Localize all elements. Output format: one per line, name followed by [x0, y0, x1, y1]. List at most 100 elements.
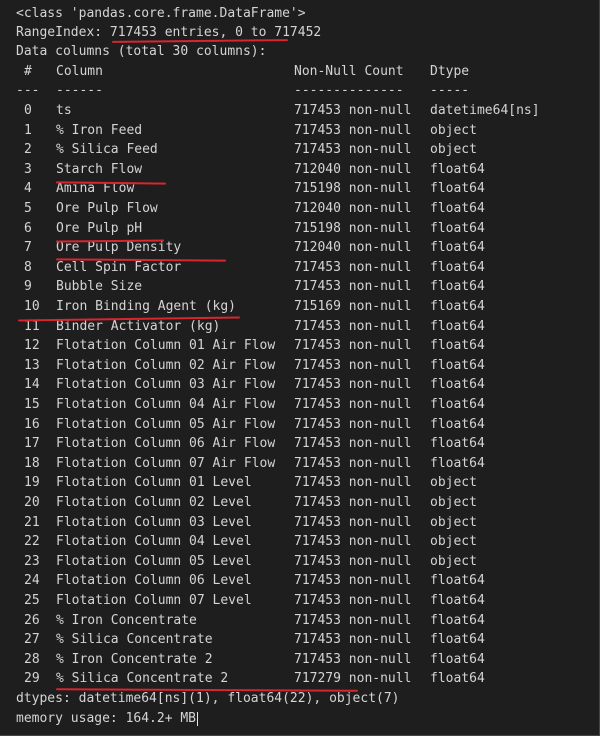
table-row: 1 % Iron Feed 717453 non-null object [0, 122, 599, 140]
row-index: 24 [24, 573, 40, 589]
row-non-null-count: 717453 non-null [294, 495, 412, 510]
row-dtype: float64 [430, 455, 485, 471]
row-index: 0 [24, 103, 32, 118]
table-row: 26 % Iron Concentrate 717453 non-null float… [0, 612, 599, 630]
table-row: 6 Ore Pulp pH 715198 non-null float64 [0, 220, 599, 238]
row-column-name: Flotation Column 04 Level [56, 534, 252, 550]
row-column-name: Ore Pulp pH [56, 220, 143, 236]
row-index: 9 [24, 279, 32, 295]
header-dtype: Dtype [430, 64, 470, 79]
row-index: 3 [24, 161, 32, 177]
row-index: 15 [24, 397, 40, 412]
table-row: 5 Ore Pulp Flow 712040 non-null float64 [0, 200, 599, 218]
row-non-null-count: 717453 non-null [294, 397, 412, 412]
row-column-name: % Iron Feed [56, 122, 143, 138]
data-columns-line: Data columns (total 30 columns): [16, 44, 267, 59]
row-column-name: Flotation Column 07 Level [56, 593, 252, 608]
separator-count: -------------- [294, 83, 404, 98]
table-row: 27 % Silica Concentrate 717453 non-null flo… [0, 631, 599, 649]
row-column-name: Flotation Column 07 Air Flow [56, 455, 276, 471]
row-index: 13 [24, 357, 40, 373]
row-column-name: Flotation Column 05 Level [56, 553, 252, 569]
row-index: 16 [24, 416, 40, 432]
row-column-name: Flotation Column 05 Air Flow [56, 416, 276, 432]
row-non-null-count: 717453 non-null [294, 142, 412, 158]
table-row: 17 Flotation Column 06 Air Flow 717453 non… [0, 435, 599, 453]
row-non-null-count: 717453 non-null [294, 632, 412, 648]
row-dtype: float64 [430, 181, 485, 197]
row-column-name: Flotation Column 01 Level [56, 475, 252, 491]
row-dtype: float64 [430, 299, 485, 314]
row-column-name: Flotation Column 06 Air Flow [56, 436, 276, 452]
row-dtype: float64 [430, 220, 485, 236]
table-row: 16 Flotation Column 05 Air Flow 717453 non… [0, 416, 599, 434]
row-non-null-count: 717453 non-null [294, 338, 412, 354]
table-row: 3 Starch Flow 712040 non-null float64 [0, 161, 599, 179]
header-index: # [24, 64, 32, 79]
row-non-null-count: 717453 non-null [294, 573, 412, 589]
row-column-name: Flotation Column 04 Air Flow [56, 397, 276, 412]
row-index: 28 [24, 651, 40, 667]
row-index: 4 [24, 181, 32, 197]
row-dtype: float64 [430, 593, 485, 608]
row-column-name: Starch Flow [56, 161, 143, 177]
row-index: 17 [24, 436, 40, 452]
table-row: 18 Flotation Column 07 Air Flow 717453 non… [0, 455, 599, 473]
separator-index: --- [16, 83, 40, 98]
table-header-row: # Column Non-Null Count Dtype [0, 63, 599, 81]
row-non-null-count: 712040 non-null [294, 161, 412, 177]
row-column-name: Flotation Column 01 Air Flow [56, 338, 276, 354]
table-row: 15 Flotation Column 04 Air Flow 717453 non… [0, 396, 599, 414]
row-non-null-count: 717453 non-null [294, 122, 412, 138]
row-index: 6 [24, 220, 32, 236]
row-non-null-count: 717453 non-null [294, 357, 412, 373]
row-index: 8 [24, 259, 32, 275]
dtypes-line: dtypes: datetime64[ns](1), float64(22), … [16, 691, 400, 706]
row-non-null-count: 717453 non-null [294, 318, 412, 334]
row-index: 29 [24, 671, 40, 687]
row-column-name: % Silica Concentrate 2 [56, 671, 229, 687]
row-index: 21 [24, 514, 40, 530]
row-dtype: float64 [430, 240, 485, 256]
table-row: 25 Flotation Column 07 Level 717453 non-nu… [0, 592, 599, 610]
row-non-null-count: 717453 non-null [294, 416, 412, 432]
row-non-null-count: 717453 non-null [294, 534, 412, 550]
terminal-output: <class 'pandas.core.frame.DataFrame'> Ra… [0, 0, 600, 736]
row-dtype: object [430, 514, 477, 530]
header-column: Column [56, 64, 103, 79]
row-dtype: object [430, 122, 477, 138]
row-non-null-count: 717453 non-null [294, 103, 412, 118]
table-row: 12 Flotation Column 01 Air Flow 717453 non… [0, 337, 599, 355]
table-row: 14 Flotation Column 03 Air Flow 717453 non… [0, 376, 599, 394]
table-row: 2 % Silica Feed 717453 non-null object [0, 141, 599, 159]
row-column-name: % Silica Concentrate [56, 632, 213, 648]
row-index: 23 [24, 553, 40, 569]
row-non-null-count: 717453 non-null [294, 593, 412, 608]
table-row: 9 Bubble Size 717453 non-null float64 [0, 278, 599, 296]
row-dtype: object [430, 553, 477, 569]
row-dtype: float64 [430, 397, 485, 412]
row-index: 7 [24, 240, 32, 256]
row-non-null-count: 717453 non-null [294, 377, 412, 393]
row-non-null-count: 715169 non-null [294, 299, 412, 314]
text-cursor [197, 712, 198, 726]
row-non-null-count: 715198 non-null [294, 181, 412, 197]
row-non-null-count: 712040 non-null [294, 240, 412, 256]
table-row: 24 Flotation Column 06 Level 717453 non-nu… [0, 572, 599, 590]
row-dtype: float64 [430, 279, 485, 295]
row-column-name: Flotation Column 02 Air Flow [56, 357, 276, 373]
row-column-name: % Silica Feed [56, 142, 158, 158]
row-column-name: Flotation Column 03 Level [56, 514, 252, 530]
row-dtype: float64 [430, 161, 485, 177]
row-non-null-count: 717453 non-null [294, 436, 412, 452]
separator-column: ------ [56, 83, 103, 98]
row-non-null-count: 717453 non-null [294, 279, 412, 295]
memory-line: memory usage: 164.2+ MB [16, 711, 197, 726]
row-non-null-count: 717279 non-null [294, 671, 412, 687]
row-non-null-count: 715198 non-null [294, 220, 412, 236]
row-index: 25 [24, 593, 40, 608]
row-dtype: object [430, 142, 477, 158]
table-row: 13 Flotation Column 02 Air Flow 717453 non… [0, 357, 599, 375]
row-index: 22 [24, 534, 40, 550]
row-dtype: float64 [430, 201, 485, 216]
